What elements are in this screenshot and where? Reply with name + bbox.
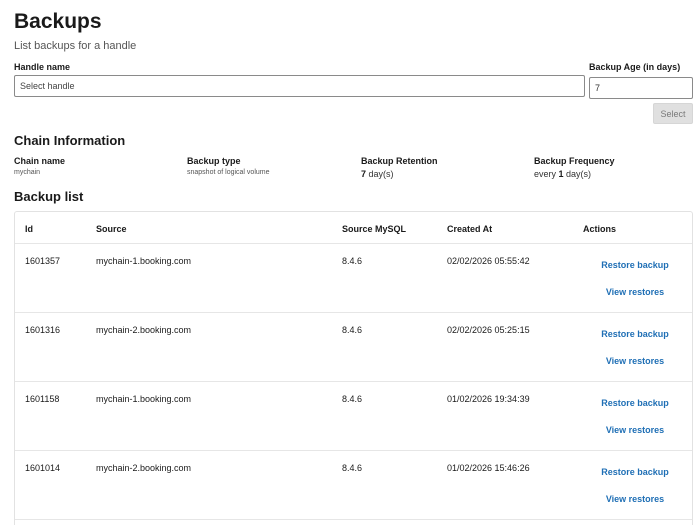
backup-frequency-info: Backup Frequency every 1 day(s) [534,156,615,179]
page-title: Backups [14,10,102,33]
view-restores-link[interactable]: View restores [580,494,690,504]
cell-source-mysql: 8.4.6 [342,256,363,266]
backup-frequency-label: Backup Frequency [534,156,615,166]
backup-type-value: snapshot of logical volume [187,169,270,176]
backup-frequency-value: every 1 day(s) [534,169,615,179]
cell-source-mysql: 8.4.6 [342,325,363,335]
backup-table: Id Source Source MySQL Created At Action… [14,211,693,525]
frequency-unit: day(s) [563,169,592,179]
handle-name-label: Handle name [14,62,71,72]
backup-age-input[interactable] [589,77,693,99]
table-row: 1601357 mychain-1.booking.com 8.4.6 02/0… [15,244,692,313]
chain-information-title: Chain Information [14,133,126,148]
backup-retention-value: 7 day(s) [361,169,438,179]
select-button[interactable]: Select [653,103,693,124]
restore-backup-link[interactable]: Restore backup [580,260,690,270]
cell-source-mysql: 8.4.6 [342,463,363,473]
backup-retention-info: Backup Retention 7 day(s) [361,156,438,179]
chain-name-label: Chain name [14,156,66,166]
cell-source: mychain-1.booking.com [96,256,192,266]
table-row: 1601316 mychain-2.booking.com 8.4.6 02/0… [15,313,692,382]
table-row: 1601158 mychain-1.booking.com 8.4.6 01/0… [15,382,692,451]
column-header-source-mysql: Source MySQL [342,224,407,234]
cell-source: mychain-2.booking.com [96,463,192,473]
cell-created-at: 01/02/2026 19:34:39 [447,394,530,404]
table-header: Id Source Source MySQL Created At Action… [15,212,692,244]
column-header-source: Source [96,224,127,234]
view-restores-link[interactable]: View restores [580,356,690,366]
view-restores-link[interactable]: View restores [580,287,690,297]
cell-id: 1601158 [25,394,60,404]
backup-type-label: Backup type [187,156,241,166]
cell-source-mysql: 8.4.6 [342,394,363,404]
chain-name-value: mychain [14,169,41,176]
restore-backup-link[interactable]: Restore backup [580,467,690,477]
cell-created-at: 02/02/2026 05:55:42 [447,256,530,266]
backup-type-info: Backup type snapshot of logical volume [187,156,270,176]
cell-source: mychain-2.booking.com [96,325,192,335]
column-header-created-at: Created At [447,224,493,234]
cell-id: 1601316 [25,325,61,335]
cell-created-at: 01/02/2026 15:46:26 [447,463,530,473]
chain-name-info: Chain name mychain [14,156,65,176]
backup-retention-label: Backup Retention [361,156,438,166]
restore-backup-link[interactable]: Restore backup [580,329,690,339]
frequency-prefix: every [534,169,559,179]
column-header-id: Id [25,224,33,234]
retention-unit: day(s) [366,169,394,179]
cell-id: 1601357 [25,256,61,266]
backup-age-label: Backup Age (in days) [589,62,681,72]
handle-name-input[interactable] [14,75,585,97]
cell-id: 1601014 [25,463,61,473]
cell-source: mychain-1.booking.com [96,394,192,404]
cell-created-at: 02/02/2026 05:25:15 [447,325,530,335]
column-header-actions: Actions [583,224,617,234]
table-row: 1601014 mychain-2.booking.com 8.4.6 01/0… [15,451,692,520]
backup-list-title: Backup list [14,189,84,204]
page-subtitle: List backups for a handle [14,40,137,52]
restore-backup-link[interactable]: Restore backup [580,398,690,408]
view-restores-link[interactable]: View restores [580,425,690,435]
